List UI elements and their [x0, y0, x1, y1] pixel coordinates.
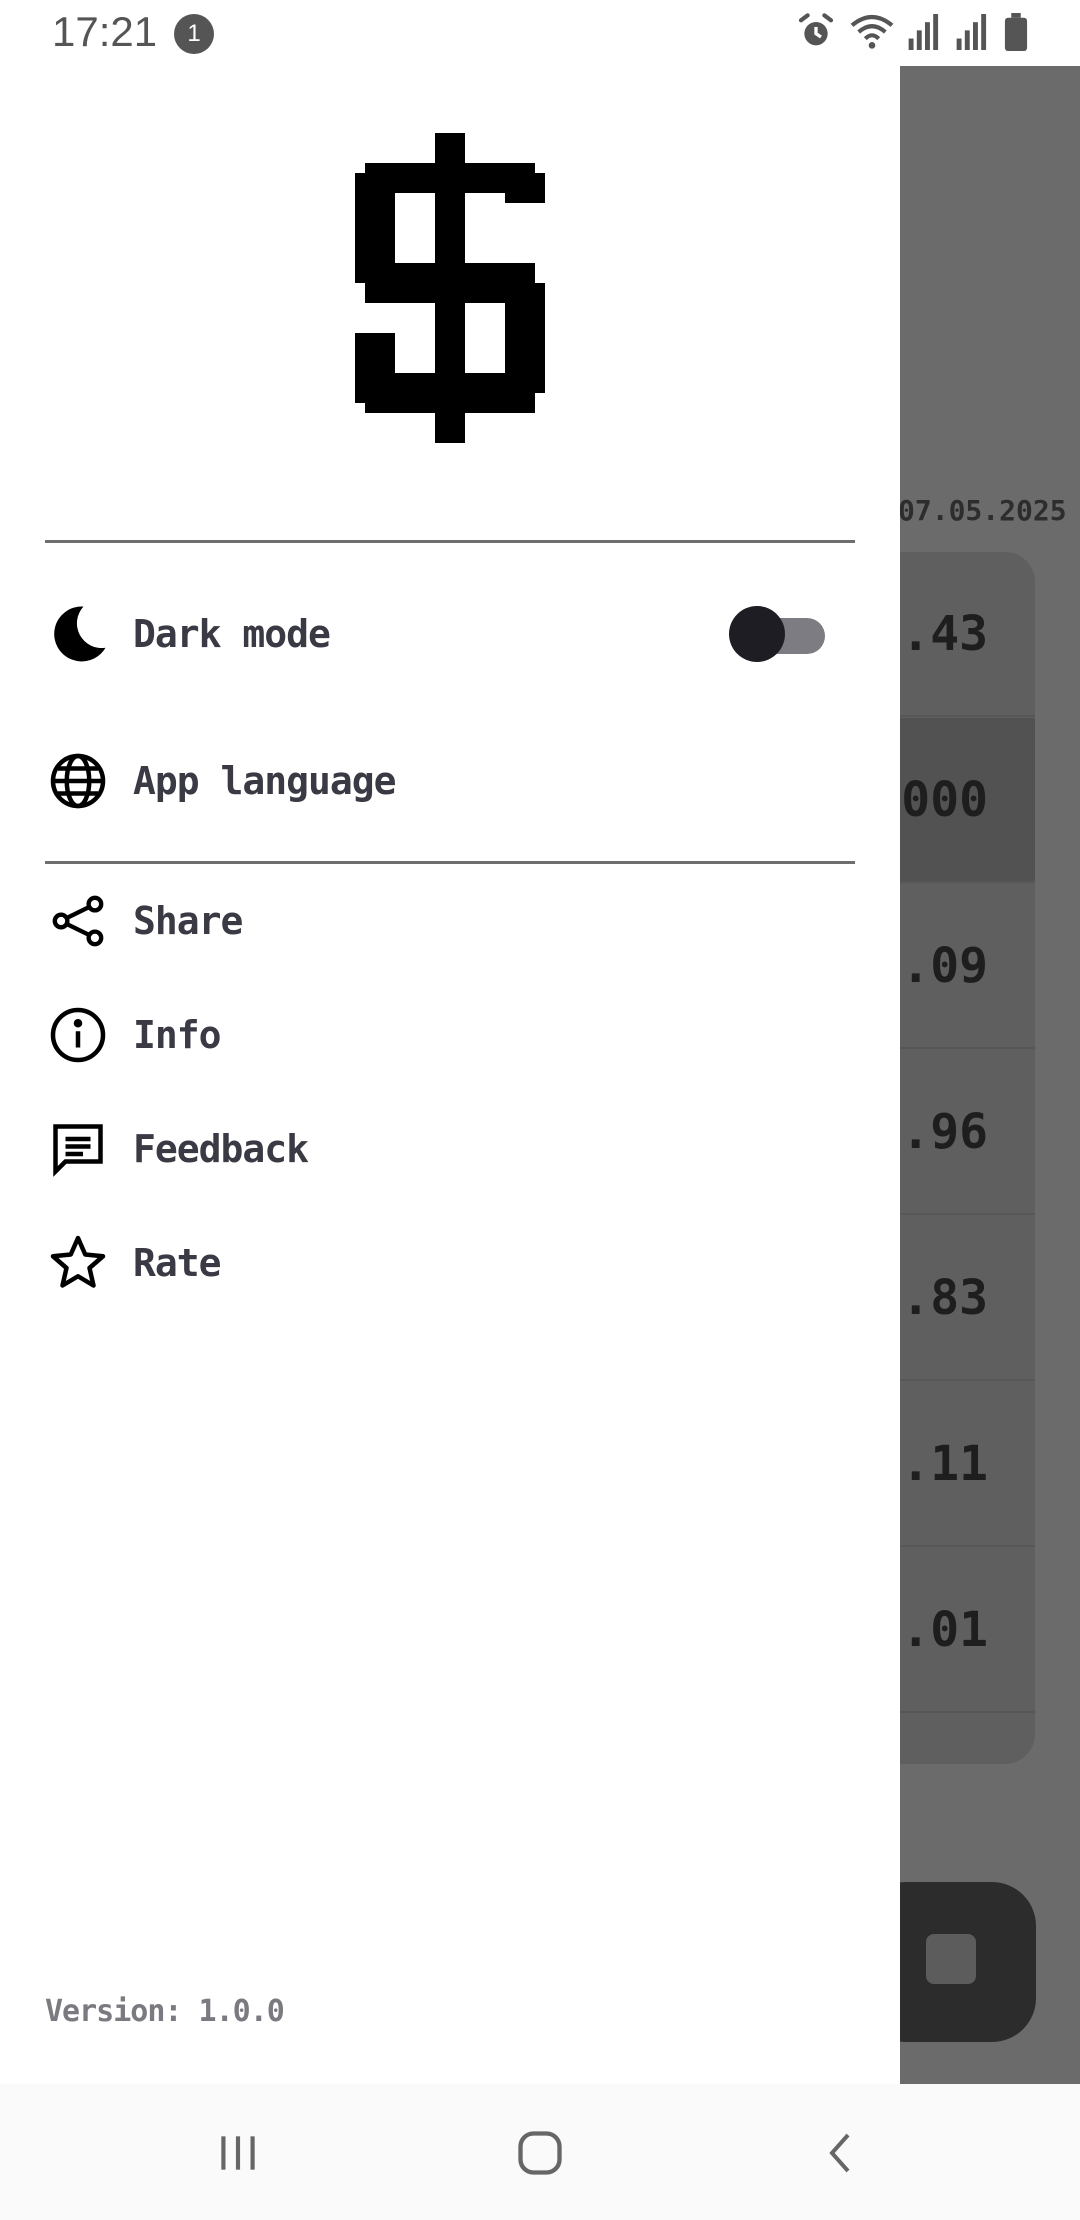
divider — [45, 861, 855, 864]
share-icon — [45, 888, 111, 954]
dollar-sign-icon — [355, 132, 545, 448]
star-icon — [45, 1230, 111, 1296]
signal-icon — [956, 14, 987, 50]
menu-item-label: Feedback — [133, 1127, 309, 1171]
status-bar: 17:21 1 — [0, 0, 1080, 66]
menu-item-feedback[interactable]: Feedback — [45, 1104, 855, 1194]
menu-item-app-language[interactable]: App language — [45, 736, 855, 826]
toggle-thumb — [729, 606, 785, 662]
back-button[interactable] — [807, 2118, 877, 2188]
info-icon — [45, 1002, 111, 1068]
notification-badge: 1 — [174, 14, 214, 54]
menu-item-label: Info — [133, 1013, 222, 1057]
back-icon — [829, 2133, 850, 2173]
dark-mode-toggle[interactable] — [729, 604, 825, 664]
menu-item-share[interactable]: Share — [45, 876, 855, 966]
menu-item-rate[interactable]: Rate — [45, 1218, 855, 1308]
menu-item-label: Share — [133, 899, 243, 943]
menu-item-label: Rate — [133, 1241, 222, 1285]
status-time: 17:21 — [52, 8, 158, 55]
background-date: 07.05.2025 — [898, 494, 1067, 527]
globe-icon — [45, 748, 111, 814]
home-icon — [518, 2131, 562, 2175]
navigation-drawer: Dark mode App language Share Info Feedba… — [0, 66, 900, 2084]
version-label: Version: 1.0.0 — [45, 1994, 285, 2029]
alarm-icon — [798, 13, 834, 46]
divider — [45, 540, 855, 543]
feedback-icon — [45, 1116, 111, 1182]
home-button[interactable] — [505, 2118, 575, 2188]
menu-item-label: Dark mode — [133, 612, 331, 656]
recent-apps-icon — [221, 2136, 255, 2170]
status-icons — [796, 12, 1028, 52]
menu-item-dark-mode[interactable]: Dark mode — [45, 589, 855, 679]
recent-apps-button[interactable] — [203, 2118, 273, 2188]
moon-icon — [45, 601, 111, 667]
menu-item-info[interactable]: Info — [45, 990, 855, 1080]
signal-icon — [908, 14, 939, 50]
menu-item-label: App language — [133, 759, 397, 803]
system-nav-bar — [0, 2084, 1080, 2220]
calculator-icon — [926, 1934, 976, 1984]
wifi-icon — [850, 14, 894, 49]
battery-icon — [1004, 13, 1028, 51]
